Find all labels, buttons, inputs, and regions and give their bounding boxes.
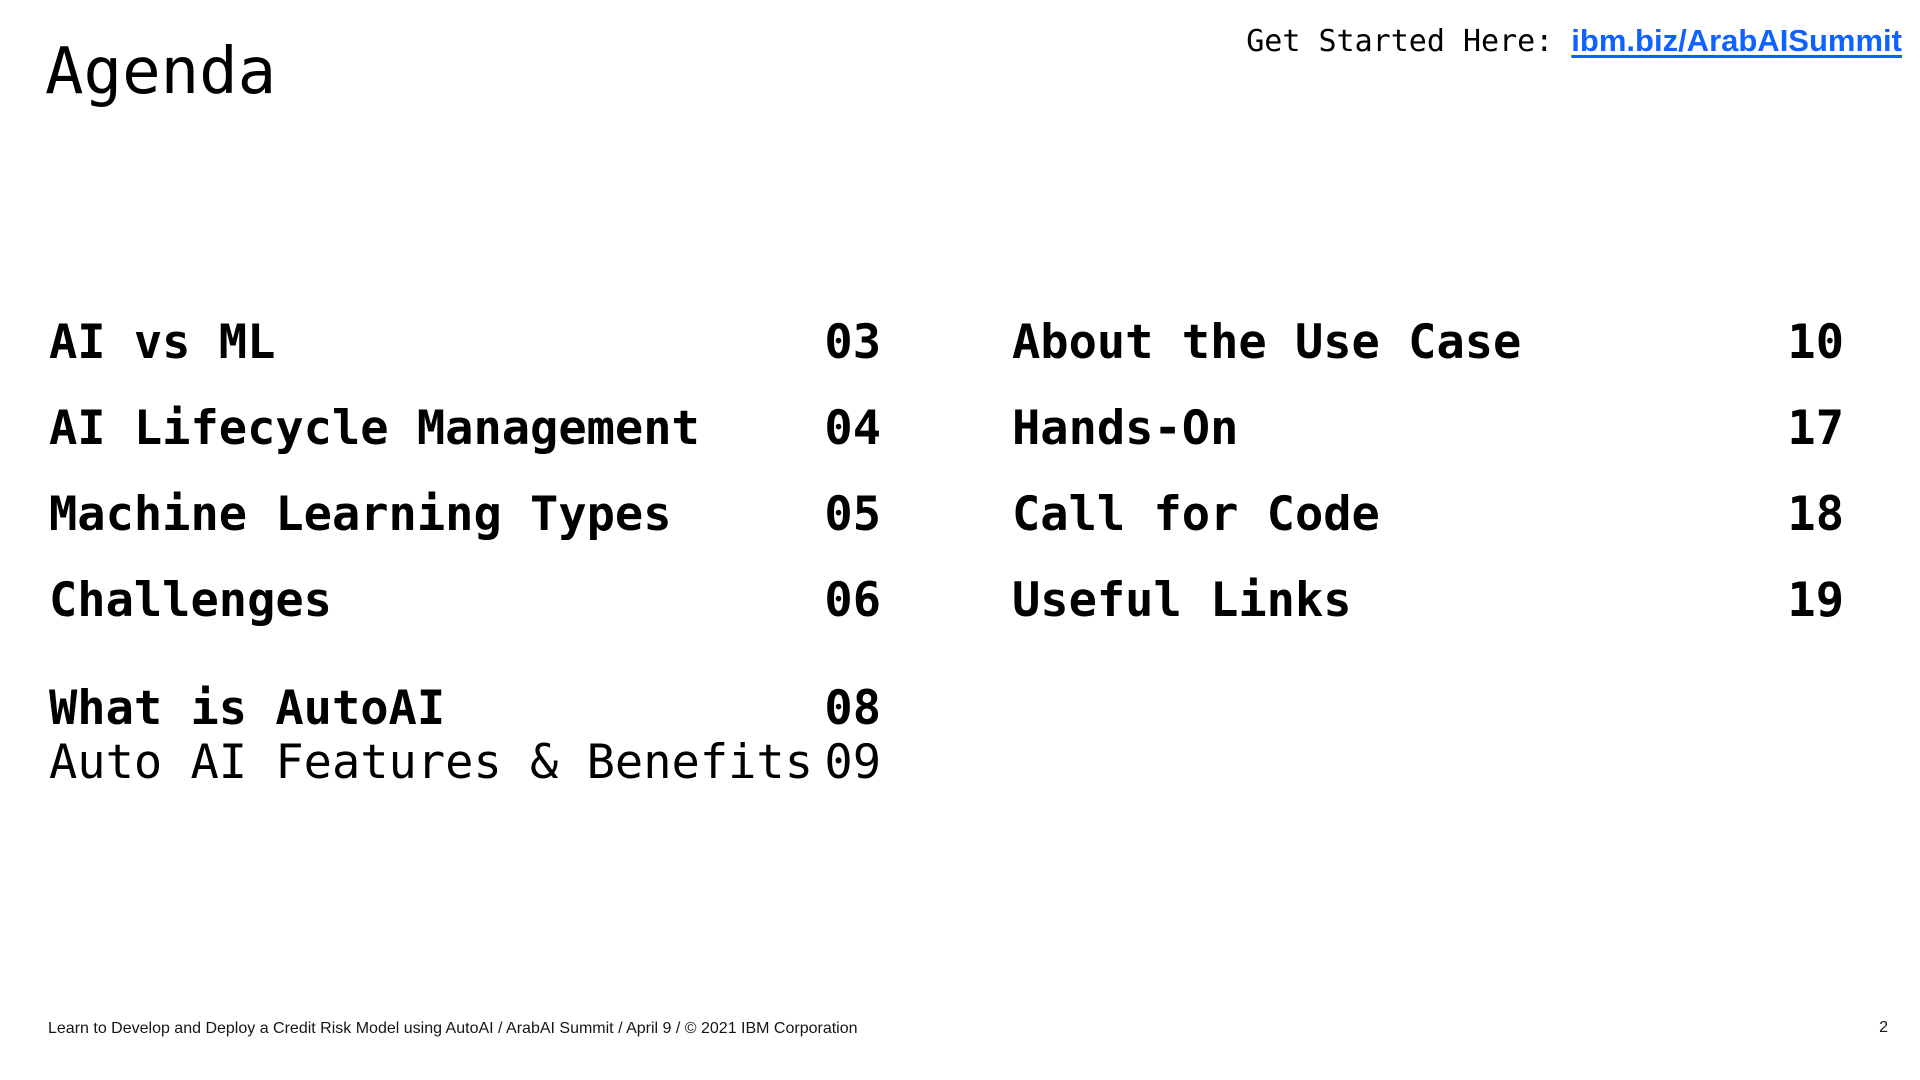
agenda-item-page: 17 [1787,401,1844,456]
agenda-left-column: AI vs ML 03 AI Lifecycle Management 04 M… [49,312,881,790]
agenda-right-column: About the Use Case 10 Hands-On 17 Call f… [1012,312,1844,656]
agenda-item-useful-links: Useful Links 19 [1012,570,1844,656]
get-started-label: Get Started Here: [1246,24,1554,59]
agenda-item-hands-on: Hands-On 17 [1012,398,1844,484]
slide-page-number: 2 [1879,1019,1888,1036]
agenda-item-what-is-autoai: What is AutoAI 08 [49,678,881,736]
agenda-item-machine-learning-types: Machine Learning Types 05 [49,484,881,570]
agenda-item-label: Useful Links [1012,573,1352,628]
agenda-item-about-the-use-case: About the Use Case 10 [1012,312,1844,398]
agenda-item-call-for-code: Call for Code 18 [1012,484,1844,570]
get-started-link[interactable]: ibm.biz/ArabAISummit [1571,23,1902,58]
agenda-item-label: Call for Code [1012,487,1380,542]
agenda-item-page: 05 [824,487,881,542]
slide: { "title": "Agenda", "get_started": { "p… [0,0,1920,1080]
agenda-item-label: About the Use Case [1012,315,1522,370]
agenda-item-label: AI vs ML [49,315,276,370]
agenda-item-page: 06 [824,573,881,628]
footer-text: Learn to Develop and Deploy a Credit Ris… [48,1020,858,1037]
agenda-item-page: 19 [1787,573,1844,628]
agenda-item-page: 10 [1787,315,1844,370]
slide-title: Agenda [45,35,277,109]
agenda-item-page: 08 [824,681,881,736]
agenda-item-page: 18 [1787,487,1844,542]
agenda-item-label: AI Lifecycle Management [49,401,700,456]
agenda-item-autoai-features-benefits: Auto AI Features & Benefits 09 [49,732,881,790]
agenda-item-label: Auto AI Features & Benefits [49,735,814,790]
agenda-item-challenges: Challenges 06 [49,570,881,656]
agenda-item-page: 03 [824,315,881,370]
agenda-item-label: Hands-On [1012,401,1239,456]
agenda-item-page: 09 [824,735,881,790]
get-started-banner: Get Started Here: ibm.biz/ArabAISummit [1246,22,1902,61]
agenda-item-label: What is AutoAI [49,681,446,736]
agenda-item-ai-lifecycle-management: AI Lifecycle Management 04 [49,398,881,484]
agenda-item-page: 04 [824,401,881,456]
agenda-item-label: Machine Learning Types [49,487,672,542]
agenda-item-ai-vs-ml: AI vs ML 03 [49,312,881,398]
agenda-item-label: Challenges [49,573,332,628]
